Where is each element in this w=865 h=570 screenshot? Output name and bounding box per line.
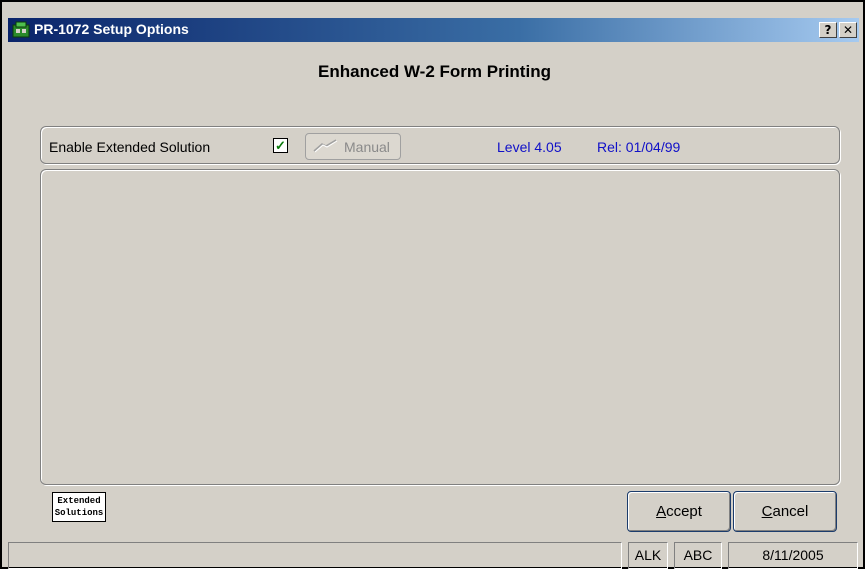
logo-line-1: Extended <box>57 496 101 506</box>
status-user: ALK <box>628 542 668 569</box>
window-title: PR-1072 Setup Options <box>34 21 189 37</box>
status-date: 8/11/2005 <box>728 542 858 569</box>
status-company: ABC <box>674 542 722 569</box>
logo-line-2: Solutions <box>54 508 104 518</box>
enable-extended-solution-checkbox[interactable]: ✓ <box>273 138 288 153</box>
extended-solutions-logo[interactable]: Extended Solutions <box>52 492 106 522</box>
cancel-button-label: Cancel <box>761 503 809 520</box>
release-text: Rel: 01/04/99 <box>597 139 681 155</box>
title-bar[interactable]: PR-1072 Setup Options ? ✕ <box>8 18 859 42</box>
help-button[interactable]: ? <box>819 22 837 38</box>
enable-extended-solution-label: Enable Extended Solution <box>49 139 211 155</box>
status-bar: ALK ABC 8/11/2005 <box>8 542 859 570</box>
options-group: Enable Extended Solution ✓ Manual Level … <box>40 126 840 164</box>
manual-icon <box>312 138 340 157</box>
accept-button[interactable]: Accept <box>627 491 731 532</box>
accept-button-label: Accept <box>656 503 702 520</box>
level-text: Level 4.05 <box>497 139 562 155</box>
manual-button[interactable]: Manual <box>305 133 401 160</box>
cancel-button[interactable]: Cancel <box>733 491 837 532</box>
manual-button-label: Manual <box>344 139 390 155</box>
setup-options-window: PR-1072 Setup Options ? ✕ Enhanced W-2 F… <box>0 0 865 569</box>
details-panel <box>40 169 840 485</box>
status-message <box>8 542 622 569</box>
app-icon <box>12 21 30 39</box>
page-title: Enhanced W-2 Form Printing <box>318 62 551 81</box>
close-button[interactable]: ✕ <box>839 22 857 38</box>
